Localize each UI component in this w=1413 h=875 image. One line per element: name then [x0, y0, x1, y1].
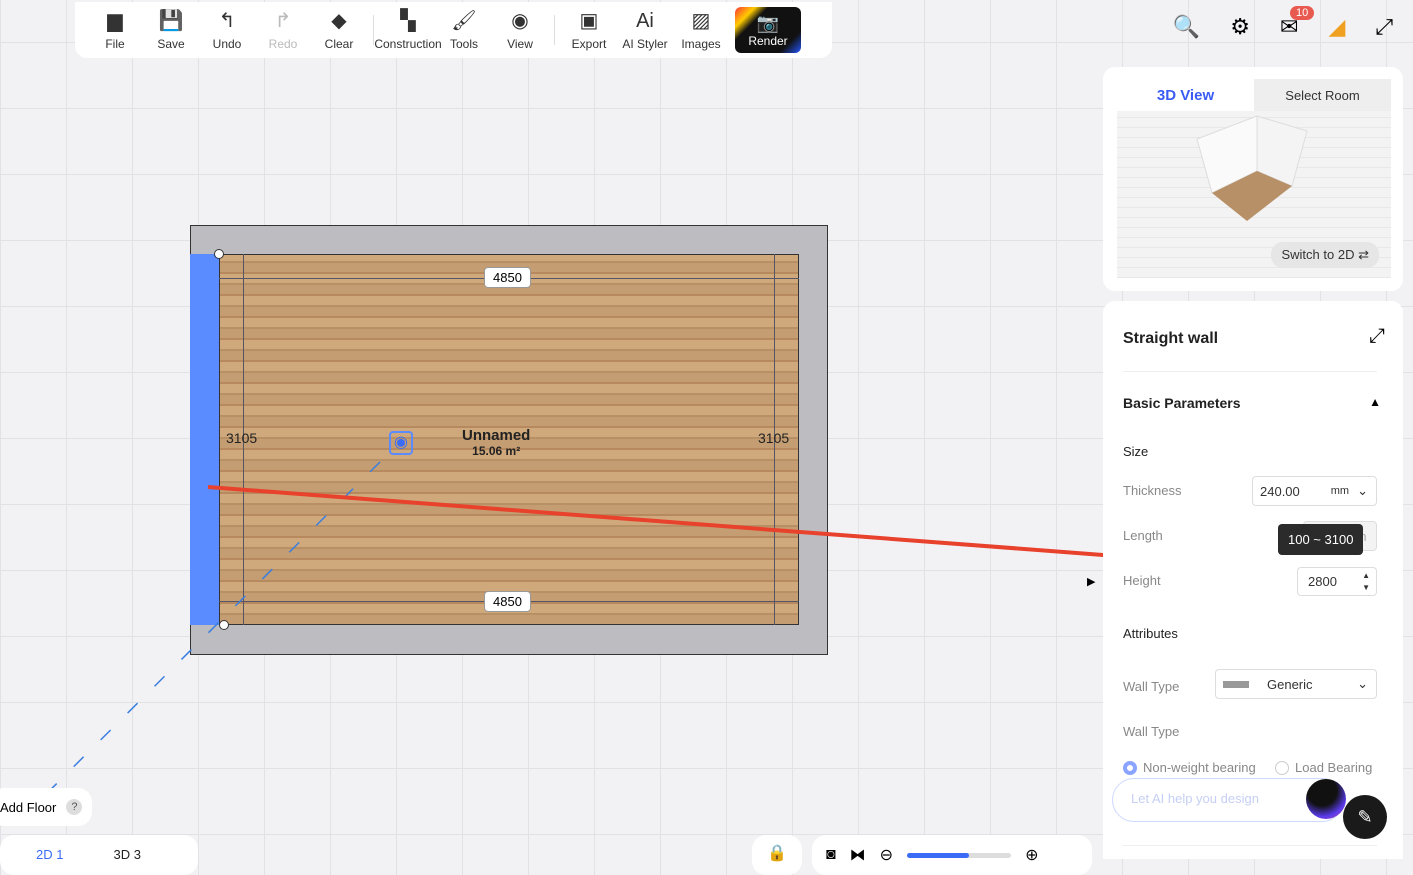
properties-panel: Straight wall ⤢ Basic Parameters ▲ Size … — [1103, 301, 1403, 859]
length-label: Length — [1123, 528, 1163, 543]
thickness-value: 240.00 — [1260, 483, 1300, 499]
wall-type-select[interactable]: Generic ⌄ — [1215, 669, 1377, 699]
zoom-out-icon[interactable]: ⊖ — [880, 845, 893, 865]
panel-title: Straight wall — [1123, 330, 1219, 347]
stepper-arrows-icon[interactable]: ▲ ▼ — [1362, 570, 1370, 594]
radio-non-weight[interactable]: Non-weight bearing — [1123, 760, 1256, 775]
divider — [1123, 371, 1377, 372]
view-tabs: 2D 1 3D 3 — [0, 835, 198, 875]
tab-3d[interactable]: 3D 3 — [113, 847, 140, 875]
radio-selected-icon — [1123, 760, 1137, 775]
switch-to-2d-button[interactable]: Switch to 2D ⇄ — [1271, 242, 1379, 268]
guide-line — [4, 461, 381, 836]
thickness-label: Thickness — [1123, 483, 1182, 498]
wall-swatch — [1223, 680, 1249, 688]
radio-label: Non-weight bearing — [1143, 760, 1256, 775]
unit-select[interactable]: mm — [1331, 485, 1349, 497]
divider — [1123, 845, 1377, 846]
radio-load-bearing[interactable]: Load Bearing — [1275, 760, 1372, 775]
ai-orb-icon[interactable] — [1306, 779, 1346, 819]
3d-preview-panel: 3D View Select Room Switch to 2D ⇄ — [1103, 67, 1403, 291]
height-value: 2800 — [1308, 574, 1337, 589]
radio-unselected-icon — [1275, 760, 1289, 775]
collapse-icon[interactable]: ▲ — [1369, 395, 1381, 409]
add-floor-bar: Add Floor ? — [0, 788, 92, 826]
red-arrow — [207, 485, 1236, 567]
zoom-in-icon[interactable]: ⊕ — [1025, 845, 1038, 865]
zoom-slider[interactable] — [907, 852, 1012, 858]
help-icon[interactable]: ? — [66, 799, 83, 815]
chevron-down-icon: ⌄ — [1357, 483, 1368, 498]
height-range-tooltip: 100 ~ 3100 — [1278, 524, 1364, 555]
screenshot-icon[interactable]: ◙ — [826, 846, 836, 864]
notes-icon[interactable]: ✎ — [1343, 795, 1387, 839]
chevron-down-icon: ⌄ — [1357, 676, 1368, 691]
zoom-bar: ◙ ⧓ ⊖ ⊕ — [812, 835, 1092, 875]
switch-label: Switch to 2D — [1281, 247, 1355, 262]
thickness-input[interactable]: 240.00 mm ⌄ — [1252, 476, 1377, 506]
wall-type-value: Generic — [1267, 676, 1313, 692]
attributes-label: Attributes — [1123, 626, 1178, 641]
wall-type-label-2: Wall Type — [1123, 724, 1180, 739]
3d-viewport[interactable]: Switch to 2D ⇄ — [1117, 111, 1391, 278]
section-title[interactable]: Basic Parameters — [1123, 395, 1241, 411]
switch-icon: ⇄ — [1358, 247, 1369, 262]
tab-3d-view[interactable]: 3D View — [1117, 79, 1254, 111]
fit-view-icon[interactable]: ⧓ — [850, 845, 866, 865]
zoom-slider-fill — [907, 852, 970, 858]
lock-icon[interactable]: 🔒 — [752, 835, 802, 875]
radio-label: Load Bearing — [1295, 760, 1373, 775]
tab-select-room[interactable]: Select Room — [1254, 79, 1391, 111]
height-label: Height — [1123, 573, 1161, 588]
height-stepper[interactable]: 2800 ▲ ▼ — [1297, 567, 1377, 596]
tab-2d[interactable]: 2D 1 — [36, 847, 63, 875]
expand-icon[interactable]: ⤢ — [1369, 325, 1385, 348]
collapse-panel-arrow-icon[interactable]: ▶ — [1087, 575, 1095, 588]
size-label: Size — [1123, 444, 1149, 459]
add-floor-button[interactable]: Add Floor — [0, 800, 56, 815]
wall-type-label: Wall Type — [1123, 679, 1180, 694]
